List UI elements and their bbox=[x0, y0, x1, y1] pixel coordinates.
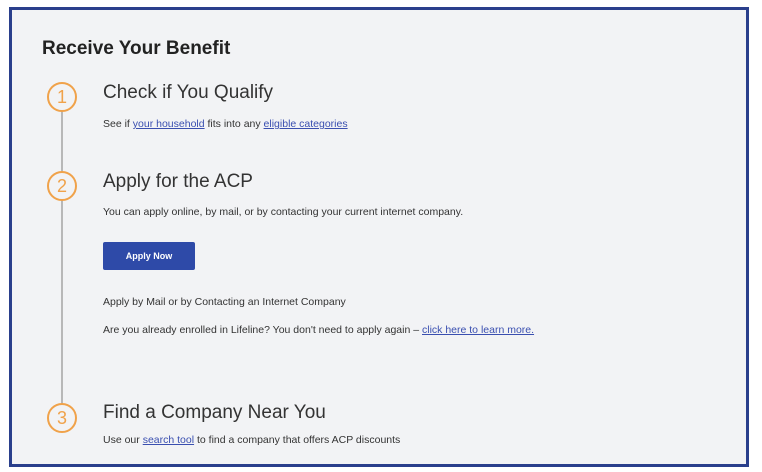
step-3-title: Find a Company Near You bbox=[103, 402, 326, 423]
apply-by-mail-text: Apply by Mail or by Contacting an Intern… bbox=[103, 296, 346, 308]
lifeline-note: Are you already enrolled in Lifeline? Yo… bbox=[103, 322, 593, 339]
step-3-text-before: Use our bbox=[103, 434, 143, 446]
step-2-number: 2 bbox=[47, 171, 77, 201]
search-tool-link[interactable]: search tool bbox=[143, 434, 194, 446]
learn-more-link[interactable]: click here to learn more. bbox=[422, 324, 534, 336]
lifeline-text: Are you already enrolled in Lifeline? Yo… bbox=[103, 324, 422, 336]
step-1-text-before: See if bbox=[103, 118, 133, 130]
step-1-description: See if your household fits into any elig… bbox=[103, 118, 348, 130]
step-1-text-middle: fits into any bbox=[204, 118, 264, 130]
benefit-panel: Receive Your Benefit 1 Check if You Qual… bbox=[9, 7, 749, 467]
your-household-link[interactable]: your household bbox=[133, 118, 205, 130]
apply-now-button[interactable]: Apply Now bbox=[103, 242, 195, 270]
step-3-description: Use our search tool to find a company th… bbox=[103, 434, 400, 446]
section-title: Receive Your Benefit bbox=[42, 38, 231, 59]
timeline-line bbox=[61, 106, 63, 416]
step-2-description: You can apply online, by mail, or by con… bbox=[103, 206, 464, 218]
step-3-text-after: to find a company that offers ACP discou… bbox=[194, 434, 401, 446]
step-1-number: 1 bbox=[47, 82, 77, 112]
step-2-title: Apply for the ACP bbox=[103, 171, 253, 192]
eligible-categories-link[interactable]: eligible categories bbox=[264, 118, 348, 130]
step-1-title: Check if You Qualify bbox=[103, 82, 274, 103]
step-3-number: 3 bbox=[47, 403, 77, 433]
